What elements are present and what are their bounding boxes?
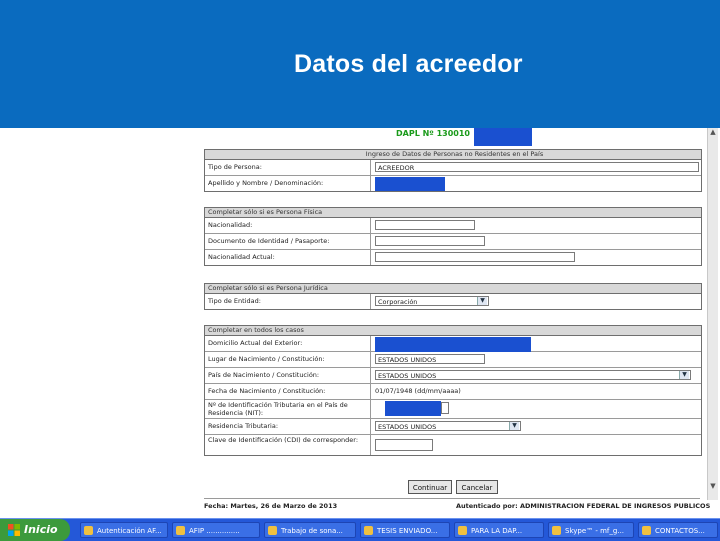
contacts-icon (642, 526, 651, 535)
taskbar-item-label: Trabajo de sona... (281, 527, 343, 535)
left-margin (0, 128, 200, 518)
chevron-down-icon[interactable]: ▼ (679, 371, 689, 379)
field-label: Nacionalidad Actual: (205, 250, 371, 265)
field-label: Domicilio Actual del Exterior: (205, 336, 371, 351)
skype-icon (552, 526, 561, 535)
browser-page: DAPL Nº 130010 Ingreso de Datos de Perso… (200, 128, 718, 518)
residencia-select[interactable]: ESTADOS UNIDOS ▼ (375, 421, 521, 431)
taskbar-item[interactable]: AFIP ............... (172, 522, 260, 538)
field-label: Tipo de Persona: (205, 160, 371, 175)
nacionalidad-input[interactable] (375, 220, 475, 230)
redaction-block (474, 128, 532, 146)
section-header: Completar sólo si es Persona Jurídica (205, 284, 701, 294)
nit-input-end[interactable] (441, 402, 449, 414)
lugar-nacimiento-input[interactable]: ESTADOS UNIDOS (375, 354, 485, 364)
row-apellido: Apellido y Nombre / Denominación: (205, 176, 701, 191)
field-label: Fecha de Nacimiento / Constitución: (205, 384, 371, 399)
select-value: ESTADOS UNIDOS (378, 372, 437, 380)
autenticado-label: Autenticado por: ADMINISTRACION FEDERAL … (456, 502, 711, 510)
footer-divider (204, 498, 700, 499)
section-persona-fisica: Completar sólo si es Persona Física Naci… (204, 207, 702, 266)
taskbar-item-label: PARA LA DAP... (471, 527, 523, 535)
field-label: Residencia Tributaria: (205, 419, 371, 434)
select-value: Corporación (378, 298, 418, 306)
start-button[interactable]: Inicio (0, 519, 70, 541)
ie-icon (176, 526, 185, 535)
row-nit: Nº de Identificación Tributaria en el Pa… (205, 400, 701, 419)
section-header: Ingreso de Datos de Personas no Resident… (205, 150, 701, 160)
tipo-persona-field[interactable]: ACREEDOR (375, 162, 699, 172)
field-label: Documento de Identidad / Pasaporte: (205, 234, 371, 249)
taskbar-item[interactable]: PARA LA DAP... (454, 522, 544, 538)
vertical-scrollbar[interactable]: ▲ ▼ (707, 128, 718, 500)
field-label: Tipo de Entidad: (205, 294, 371, 309)
ie-icon (84, 526, 93, 535)
taskbar-item[interactable]: TESIS ENVIADO... (360, 522, 450, 538)
section-persona-juridica: Completar sólo si es Persona Jurídica Ti… (204, 283, 702, 310)
section-no-residentes: Ingreso de Datos de Personas no Resident… (204, 149, 702, 192)
nit-field-redacted[interactable] (385, 401, 441, 416)
row-pais-nacimiento: País de Nacimiento / Constitución: ESTAD… (205, 368, 701, 384)
row-tipo-persona: Tipo de Persona: ACREEDOR (205, 160, 701, 176)
start-label: Inicio (24, 523, 58, 536)
taskbar-item-label: Autenticación AF... (97, 527, 162, 535)
row-tipo-entidad: Tipo de Entidad: Corporación ▼ (205, 294, 701, 309)
field-label: País de Nacimiento / Constitución: (205, 368, 371, 383)
taskbar: Inicio Autenticación AF... AFIP ........… (0, 518, 720, 541)
slide-title: Datos del acreedor (294, 50, 523, 78)
tipo-entidad-select[interactable]: Corporación ▼ (375, 296, 489, 306)
select-value: ESTADOS UNIDOS (378, 423, 437, 431)
slide-title-band: Datos del acreedor (0, 0, 720, 128)
document-icon (458, 526, 467, 535)
domicilio-field-redacted[interactable] (375, 337, 531, 352)
scroll-up-icon[interactable]: ▲ (709, 128, 717, 136)
taskbar-item[interactable]: Autenticación AF... (80, 522, 168, 538)
row-domicilio: Domicilio Actual del Exterior: (205, 336, 701, 352)
chevron-down-icon[interactable]: ▼ (509, 422, 519, 430)
field-label: Apellido y Nombre / Denominación: (205, 176, 371, 191)
section-todos-casos: Completar en todos los casos Domicilio A… (204, 325, 702, 456)
nacionalidad-actual-input[interactable] (375, 252, 575, 262)
row-residencia: Residencia Tributaria: ESTADOS UNIDOS ▼ (205, 419, 701, 435)
apellido-field-redacted[interactable] (375, 177, 445, 191)
taskbar-item-label: Skype™ - mf_g... (565, 527, 625, 535)
fecha-nacimiento-input[interactable]: 01/07/1948 (dd/mm/aaaa) (375, 386, 575, 396)
field-label: Nº de Identificación Tributaria en el Pa… (205, 400, 371, 418)
taskbar-item[interactable]: CONTACTOS... (638, 522, 718, 538)
row-fecha-nacimiento: Fecha de Nacimiento / Constitución: 01/0… (205, 384, 701, 400)
taskbar-item-label: AFIP ............... (189, 527, 240, 535)
row-nacionalidad-actual: Nacionalidad Actual: (205, 250, 701, 265)
scroll-down-icon[interactable]: ▼ (709, 482, 717, 490)
field-label: Lugar de Nacimiento / Constitución: (205, 352, 371, 367)
continuar-button[interactable]: Continuar (408, 480, 452, 494)
dapl-number-label: DAPL Nº 130010 (396, 129, 470, 138)
row-clave: Clave de Identificación (CDI) de corresp… (205, 435, 701, 455)
cancelar-button[interactable]: Cancelar (456, 480, 498, 494)
clave-input[interactable] (375, 439, 433, 451)
windows-flag-icon (8, 524, 20, 536)
document-icon (268, 526, 277, 535)
section-header: Completar sólo si es Persona Física (205, 208, 701, 218)
section-header: Completar en todos los casos (205, 326, 701, 336)
field-label: Clave de Identificación (CDI) de corresp… (205, 435, 371, 455)
taskbar-item-label: TESIS ENVIADO... (377, 527, 438, 535)
field-label: Nacionalidad: (205, 218, 371, 233)
chevron-down-icon[interactable]: ▼ (477, 297, 487, 305)
folder-icon (364, 526, 373, 535)
taskbar-item[interactable]: Skype™ - mf_g... (548, 522, 634, 538)
fecha-label: Fecha: Martes, 26 de Marzo de 2013 (204, 502, 338, 510)
row-nacionalidad: Nacionalidad: (205, 218, 701, 234)
row-documento: Documento de Identidad / Pasaporte: (205, 234, 701, 250)
taskbar-item[interactable]: Trabajo de sona... (264, 522, 356, 538)
pais-nacimiento-select[interactable]: ESTADOS UNIDOS ▼ (375, 370, 691, 380)
row-lugar-nacimiento: Lugar de Nacimiento / Constitución: ESTA… (205, 352, 701, 368)
taskbar-item-label: CONTACTOS... (655, 527, 705, 535)
documento-input[interactable] (375, 236, 485, 246)
